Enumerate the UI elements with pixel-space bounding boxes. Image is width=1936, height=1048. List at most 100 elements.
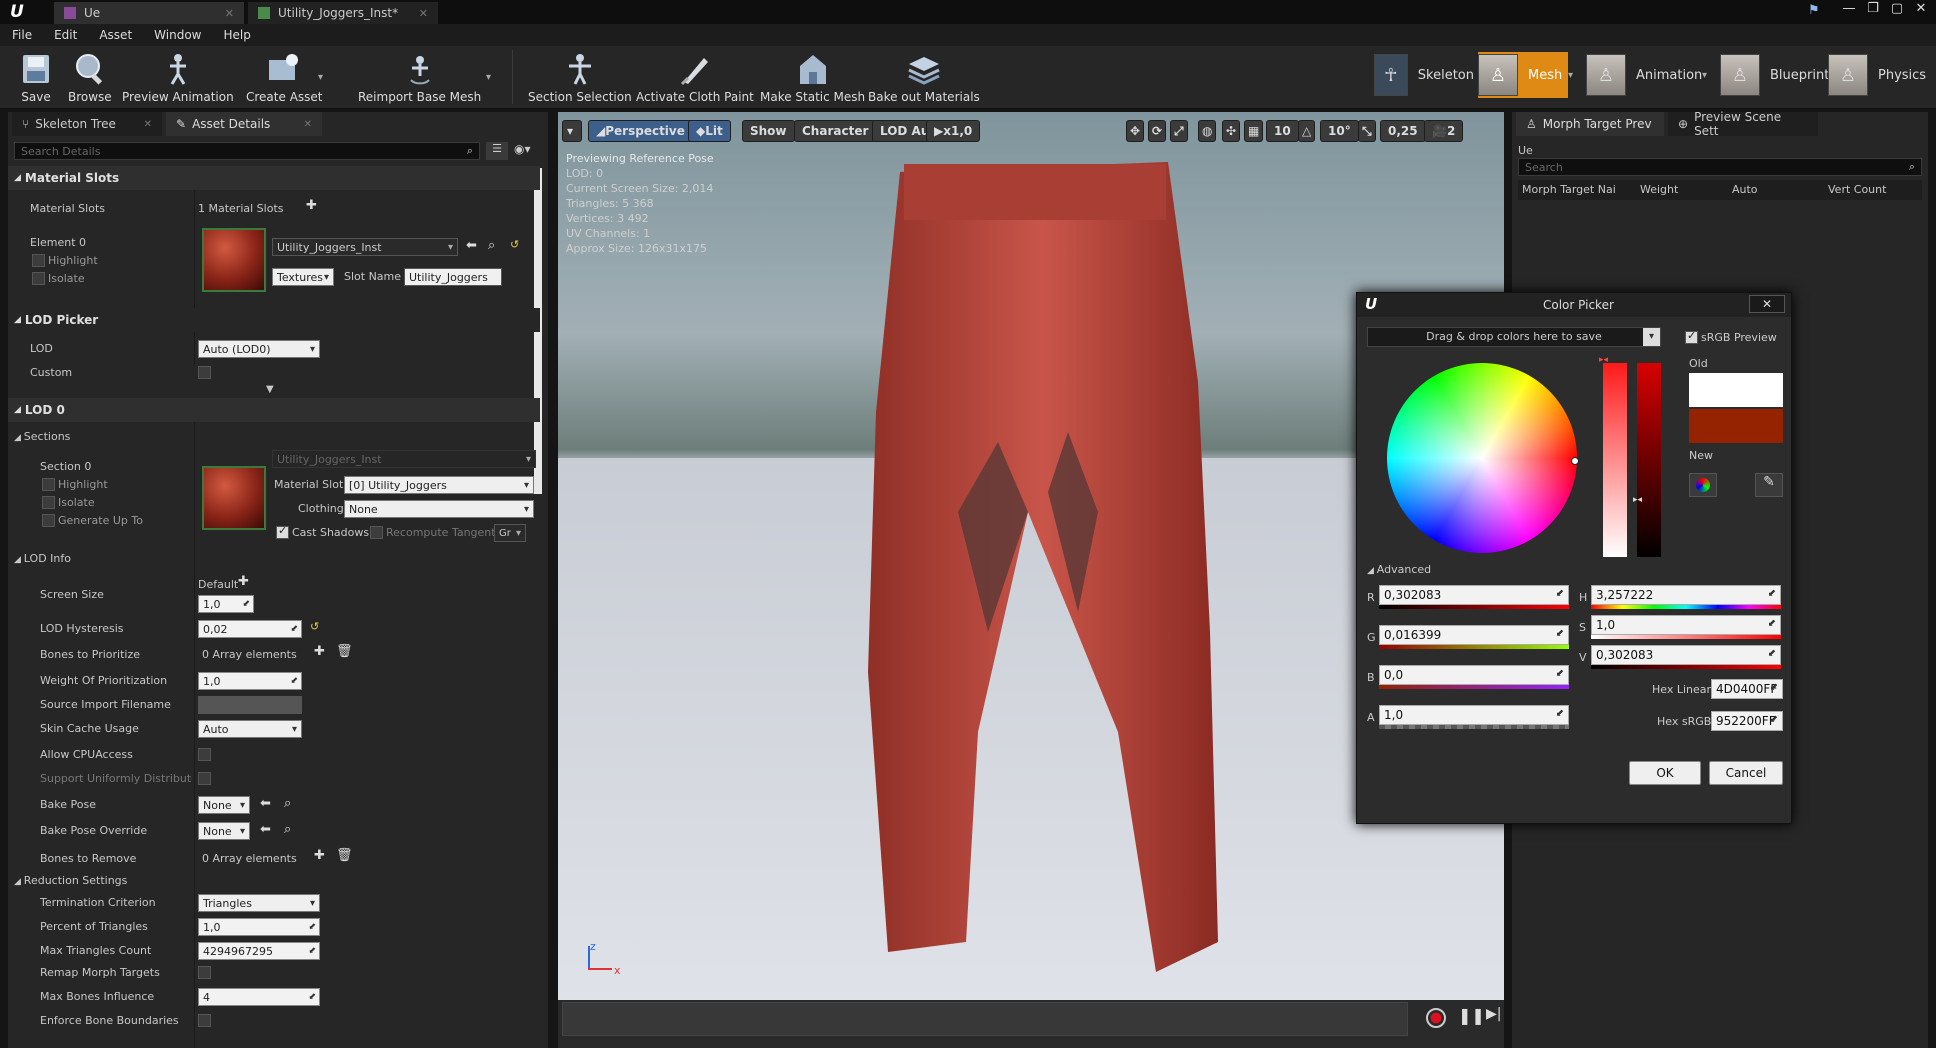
theme-dropdown-icon[interactable]: ▾ xyxy=(1643,328,1660,346)
material-thumbnail[interactable] xyxy=(202,228,266,292)
column-morph-target-name[interactable]: Morph Target Nai xyxy=(1522,183,1616,196)
b-input[interactable]: 0,0 xyxy=(1379,665,1569,685)
reset-arrow-icon[interactable]: ↺ xyxy=(510,238,519,251)
column-vert-count[interactable]: Vert Count xyxy=(1828,183,1886,196)
make-static-mesh-button[interactable]: Make Static Mesh xyxy=(760,50,865,104)
category-lod-0[interactable]: ◢ LOD 0 xyxy=(8,398,540,422)
lod-dropdown[interactable]: Auto (LOD0) xyxy=(198,340,320,358)
eyedropper-icon[interactable]: ✎ xyxy=(1755,473,1783,497)
menu-window[interactable]: Window xyxy=(154,28,201,42)
translate-tool-icon[interactable]: ✥ xyxy=(1126,120,1145,142)
sections-header[interactable]: ◢ Sections xyxy=(14,430,70,443)
reduction-settings-header[interactable]: ◢ Reduction Settings xyxy=(14,874,127,887)
tab-morph-target-preview[interactable]: ♙ Morph Target Prev xyxy=(1516,112,1664,136)
timeline-scrubber[interactable] xyxy=(562,1002,1408,1036)
generate-up-to-checkbox[interactable] xyxy=(42,514,55,527)
color-theme-dropzone[interactable]: Drag & drop colors here to save xyxy=(1367,327,1661,347)
reimport-base-mesh-button[interactable]: Reimport Base Mesh xyxy=(358,50,481,104)
mode-blueprint[interactable]: ♙ Blueprint xyxy=(1720,52,1829,98)
textures-dropdown[interactable]: Textures xyxy=(272,268,334,286)
material-slot-dropdown[interactable]: [0] Utility_Joggers xyxy=(344,476,534,494)
slot-name-input[interactable]: Utility_Joggers xyxy=(404,268,502,286)
g-input[interactable]: 0,016399 xyxy=(1379,625,1569,645)
section-isolate-checkbox[interactable] xyxy=(42,496,55,509)
color-wheel[interactable] xyxy=(1387,363,1577,553)
restore-icon[interactable]: ❐ xyxy=(1860,0,1886,20)
close-window-icon[interactable]: ✕ xyxy=(1908,0,1934,20)
maximize-icon[interactable]: ▢ xyxy=(1884,0,1910,20)
advanced-header[interactable]: ◢ Advanced xyxy=(1367,563,1431,576)
surface-snap-icon[interactable]: ✣ xyxy=(1222,120,1241,142)
column-auto[interactable]: Auto xyxy=(1732,183,1758,196)
bake-pose-dropdown[interactable]: None xyxy=(198,796,250,814)
recompute-gr-dropdown[interactable]: Gr xyxy=(494,524,526,542)
show-button[interactable]: Show xyxy=(742,120,795,142)
mode-skeleton[interactable]: ☥ Skeleton xyxy=(1374,52,1474,98)
close-dialog-button[interactable]: ✕ xyxy=(1749,295,1785,313)
remap-morph-checkbox[interactable] xyxy=(198,966,211,979)
preview-animation-button[interactable]: Preview Animation xyxy=(122,50,234,104)
bake-pose-override-dropdown[interactable]: None xyxy=(198,822,250,840)
max-bones-input[interactable]: 4 xyxy=(198,988,320,1006)
viewport-options-button[interactable]: ▾ xyxy=(562,120,582,142)
create-asset-dropdown-icon[interactable]: ▾ xyxy=(318,72,323,83)
r-input[interactable]: 0,302083 xyxy=(1379,585,1569,605)
rotation-snap-icon[interactable]: △ xyxy=(1298,120,1316,142)
srgb-preview-checkbox[interactable] xyxy=(1685,329,1698,344)
mode-mesh[interactable]: ♙ Mesh xyxy=(1478,52,1569,98)
rotation-snap-value-button[interactable]: 10° xyxy=(1320,120,1359,142)
color-wheel-mode-icon[interactable] xyxy=(1689,473,1717,497)
weight-prioritization-input[interactable]: 1,0 xyxy=(198,672,302,690)
add-screen-size-icon[interactable]: ✚ xyxy=(238,574,249,589)
menu-help[interactable]: Help xyxy=(223,28,250,42)
ok-button[interactable]: OK xyxy=(1629,761,1701,785)
world-local-icon[interactable]: ◍ xyxy=(1198,120,1217,142)
close-icon[interactable]: ✕ xyxy=(225,7,234,20)
saturation-slider-handle-icon[interactable]: ▸◂ xyxy=(1599,355,1608,365)
add-element-icon[interactable]: ✚ xyxy=(314,848,325,863)
perspective-button[interactable]: ◢ Perspective xyxy=(588,120,693,142)
scale-tool-icon[interactable]: ⤢ xyxy=(1170,120,1188,142)
skin-cache-dropdown[interactable]: Auto xyxy=(198,720,302,738)
browse-button[interactable]: Browse xyxy=(68,50,112,104)
support-uniformly-checkbox[interactable] xyxy=(198,772,211,785)
playback-speed-button[interactable]: ▶ x1,0 xyxy=(926,120,981,142)
morph-search-input[interactable]: Search ⌕ xyxy=(1518,158,1922,176)
close-icon[interactable]: ✕ xyxy=(144,119,152,130)
saturation-slider[interactable] xyxy=(1603,363,1627,557)
dialog-titlebar[interactable]: U Color Picker ✕ xyxy=(1357,293,1791,317)
record-icon[interactable] xyxy=(1426,1008,1446,1028)
add-element-icon[interactable]: ✚ xyxy=(314,644,325,659)
expand-more-icon[interactable]: ▼ xyxy=(266,384,274,395)
h-input[interactable]: 3,257222 xyxy=(1591,585,1781,605)
termination-dropdown[interactable]: Triangles xyxy=(198,894,320,912)
browse-asset-icon[interactable]: ⌕ xyxy=(488,238,495,253)
add-material-slot-icon[interactable]: ✚ xyxy=(306,198,317,213)
allow-cpu-checkbox[interactable] xyxy=(198,748,211,761)
animation-mode-dropdown-icon[interactable]: ▾ xyxy=(1702,70,1707,81)
mesh-mode-dropdown-icon[interactable]: ▾ xyxy=(1568,70,1573,81)
clothing-dropdown[interactable]: None xyxy=(344,500,534,518)
mode-physics[interactable]: ♙ Physics xyxy=(1828,52,1926,98)
reimport-dropdown-icon[interactable]: ▾ xyxy=(486,72,491,83)
doc-tab-material[interactable]: Utility_Joggers_Inst* ✕ xyxy=(248,2,438,24)
category-material-slots[interactable]: ◢ Material Slots xyxy=(8,166,540,190)
browse-asset-icon[interactable]: ⌕ xyxy=(284,796,291,811)
custom-checkbox[interactable] xyxy=(198,366,211,379)
pause-icon[interactable]: ❚❚ xyxy=(1458,1006,1485,1025)
lit-button[interactable]: ◆ Lit xyxy=(688,120,731,142)
recompute-tangent-checkbox[interactable] xyxy=(370,526,383,539)
source-import-input[interactable] xyxy=(198,696,302,714)
hex-srgb-input[interactable]: 952200FF xyxy=(1711,711,1783,731)
menu-edit[interactable]: Edit xyxy=(54,28,77,42)
category-lod-picker[interactable]: ◢ LOD Picker xyxy=(8,308,540,332)
s-input[interactable]: 1,0 xyxy=(1591,615,1781,635)
grid-snap-icon[interactable]: ▦ xyxy=(1244,120,1264,142)
close-icon[interactable]: ✕ xyxy=(419,7,428,20)
hex-linear-input[interactable]: 4D0400FF xyxy=(1711,679,1783,699)
trash-icon[interactable]: 🗑 xyxy=(336,848,353,863)
enforce-bone-checkbox[interactable] xyxy=(198,1014,211,1027)
mode-animation[interactable]: ♙ Animation xyxy=(1586,52,1702,98)
scale-snap-value-button[interactable]: 0,25 xyxy=(1380,120,1426,142)
section-selection-button[interactable]: Section Selection xyxy=(528,50,632,104)
